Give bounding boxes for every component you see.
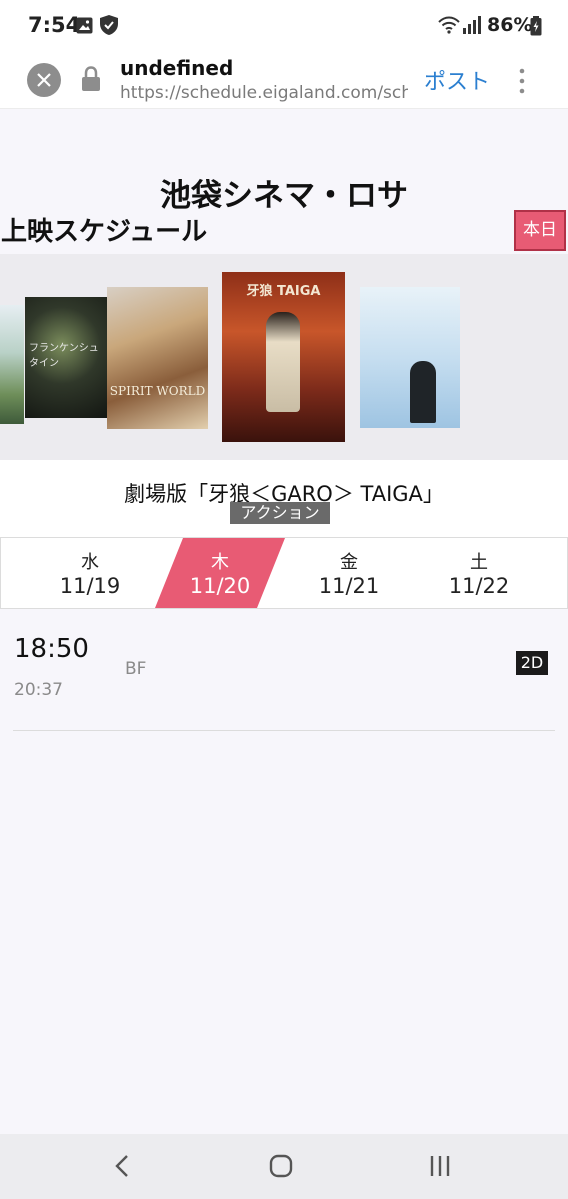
recents-icon[interactable] [429, 1154, 451, 1182]
battery-percent: 86% [487, 14, 533, 36]
movie-info: 劇場版「牙狼＜GARO＞ TAIGA」 アクション [0, 460, 568, 537]
poster-title: 牙狼 TAIGA [246, 284, 321, 299]
date-tab[interactable]: 土 11/22 [414, 538, 544, 608]
schedule-heading: 上映スケジュール [1, 217, 208, 247]
status-time: 7:54 [28, 13, 81, 37]
genre-badge: アクション [230, 502, 330, 524]
image-icon [76, 17, 93, 38]
movie-poster[interactable] [0, 305, 24, 424]
browser-toolbar: undefined https://schedule.eigaland.com/… [0, 52, 568, 109]
battery-icon [530, 16, 542, 40]
date-tab-dow: 土 [470, 552, 488, 573]
date-tab-date: 11/20 [189, 574, 251, 598]
movie-poster[interactable] [360, 287, 460, 428]
poster-title: SPIRIT WORLD [109, 384, 206, 398]
more-vert-icon[interactable] [518, 68, 526, 98]
format-badge: 2D [516, 651, 548, 675]
start-time: 18:50 [14, 634, 89, 664]
date-tabs: 水 11/19 木 11/20 金 11/21 土 11/22 [0, 537, 568, 609]
page-url[interactable]: https://schedule.eigaland.com/schedule [120, 83, 408, 103]
poster-figure [410, 361, 436, 423]
home-icon[interactable] [269, 1154, 293, 1182]
date-tab-date: 11/22 [448, 574, 510, 598]
date-tab-date: 11/21 [318, 574, 380, 598]
poster-title: フランケンシュタイン [29, 343, 99, 369]
date-tab[interactable]: 水 11/19 [25, 538, 155, 608]
page-title: undefined [120, 56, 234, 80]
end-time: 20:37 [14, 680, 63, 700]
poster-carousel[interactable]: フランケンシュタイン SPIRIT WORLD 牙狼 TAIGA [0, 254, 568, 460]
date-tab-dow: 水 [81, 552, 99, 573]
screen-name: BF [125, 659, 147, 679]
signal-icon [463, 16, 481, 38]
wifi-icon [438, 15, 460, 39]
navigation-bar [0, 1134, 568, 1199]
today-button[interactable]: 本日 [514, 210, 566, 251]
movie-poster-selected[interactable]: 牙狼 TAIGA [222, 272, 345, 442]
theater-name: 池袋シネマ・ロサ [160, 178, 408, 214]
back-icon[interactable] [114, 1154, 130, 1182]
movie-poster[interactable]: フランケンシュタイン [25, 297, 107, 418]
date-tab-dow: 金 [340, 552, 358, 573]
date-tab-selected[interactable]: 木 11/20 [155, 538, 285, 608]
date-tab[interactable]: 金 11/21 [284, 538, 414, 608]
date-tab-dow: 木 [211, 552, 229, 573]
showtime-row[interactable]: 18:50 20:37 BF 2D [13, 610, 555, 731]
post-button[interactable]: ポスト [424, 64, 490, 96]
poster-figure [266, 312, 300, 412]
close-button[interactable] [27, 63, 61, 97]
close-icon [37, 73, 51, 87]
movie-poster[interactable]: SPIRIT WORLD [107, 287, 208, 429]
lock-icon [81, 66, 101, 96]
status-bar: 7:54 86% [0, 0, 568, 52]
date-tab-date: 11/19 [59, 574, 121, 598]
shield-icon [100, 15, 118, 39]
